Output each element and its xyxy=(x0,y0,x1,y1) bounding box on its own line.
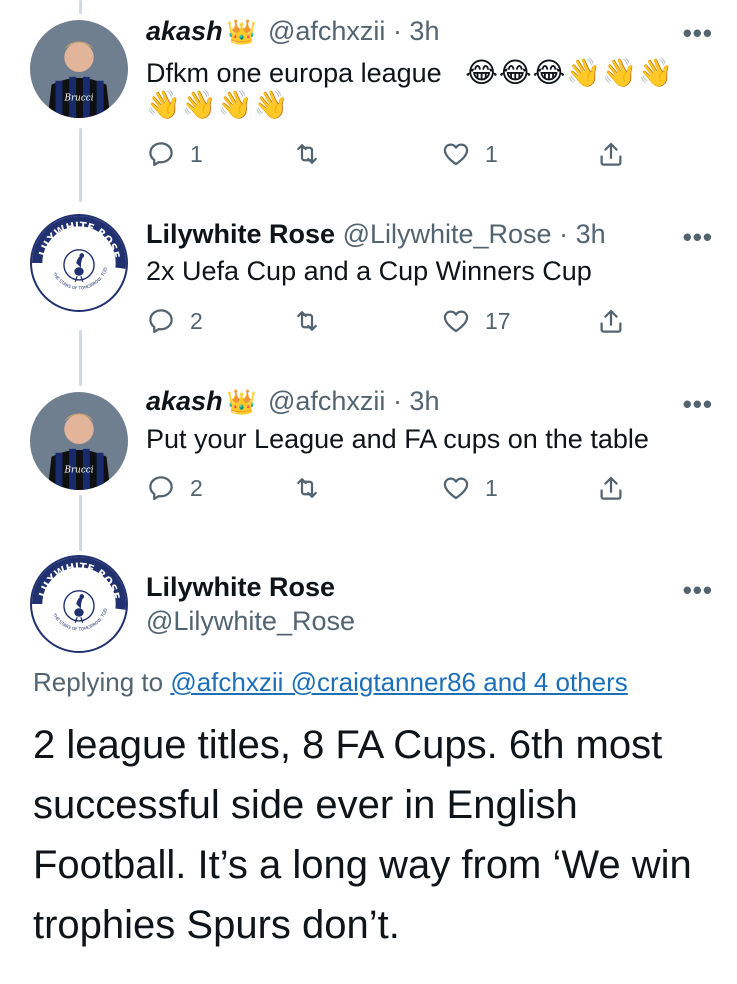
author-handle-text: @Lilywhite_Rose xyxy=(146,606,355,636)
more-options-icon[interactable]: ••• xyxy=(683,18,713,49)
reply-count: 2 xyxy=(190,474,203,501)
thread-line xyxy=(79,330,82,386)
reply-count: 2 xyxy=(190,307,203,334)
tweet-text: Dfkm one europa league 😂😂😂👋👋👋 xyxy=(146,56,674,89)
author-name[interactable]: akash xyxy=(146,16,223,46)
author-handle[interactable]: @afchxzii xyxy=(268,386,385,416)
timestamp[interactable]: · 3h xyxy=(393,386,440,416)
replying-prefix: Replying to xyxy=(33,667,164,697)
author-handle[interactable]: @afchxzii xyxy=(268,16,385,46)
retweet-icon xyxy=(297,478,317,498)
author-name-text: Lilywhite Rose xyxy=(146,572,336,602)
tweet-header: akash 👑 @afchxzii · 3h xyxy=(146,386,439,417)
reply-button[interactable]: 2 xyxy=(146,473,203,503)
heart-icon xyxy=(443,477,469,500)
share-icon xyxy=(600,142,622,166)
replying-to: Replying to @afchxzii @craigtanner86 and… xyxy=(33,667,628,698)
tweet-actions: 2 1 xyxy=(146,473,636,507)
like-count: 1 xyxy=(485,140,498,167)
more-options-icon[interactable]: ••• xyxy=(683,575,713,606)
share-button[interactable] xyxy=(596,139,626,169)
svg-text:Brucci: Brucci xyxy=(63,93,93,103)
reply-button[interactable]: 1 xyxy=(146,139,203,169)
timestamp[interactable]: · 3h xyxy=(393,16,440,46)
tweet-header: akash 👑 @afchxzii · 3h xyxy=(146,16,439,47)
more-options-icon[interactable]: ••• xyxy=(683,222,713,253)
reply-icon xyxy=(149,142,173,166)
reply-count: 1 xyxy=(190,140,203,167)
avatar[interactable]: Brucci xyxy=(30,20,128,118)
reply-icon xyxy=(149,476,173,500)
retweet-icon xyxy=(297,144,317,164)
author-name[interactable]: Lilywhite Rose xyxy=(146,572,335,603)
timestamp[interactable]: · 3h xyxy=(559,219,606,249)
thread-line xyxy=(79,495,82,551)
like-button[interactable]: 1 xyxy=(441,139,498,169)
reply-button[interactable]: 2 xyxy=(146,306,203,336)
like-button[interactable]: 17 xyxy=(441,306,511,336)
crown-emoji: 👑 xyxy=(226,19,257,46)
author-name[interactable]: Lilywhite Rose xyxy=(146,219,335,249)
share-button[interactable] xyxy=(596,306,626,336)
thread-line xyxy=(79,128,82,202)
author-handle[interactable]: @Lilywhite_Rose xyxy=(146,606,355,637)
emoji-line: 👋👋👋👋 xyxy=(146,89,290,120)
avatar[interactable]: LILYWHITE ROSE THE STARS OF TOMORROW, TO… xyxy=(30,555,128,653)
tweet-text: 2x Uefa Cup and a Cup Winners Cup xyxy=(146,256,592,286)
retweet-button[interactable] xyxy=(292,306,336,336)
avatar[interactable]: LILYWHITE ROSE THE STARS OF TOMORROW, TO… xyxy=(30,214,128,312)
author-name[interactable]: akash xyxy=(146,386,223,416)
tweet-header: Lilywhite Rose @Lilywhite_Rose · 3h xyxy=(146,219,606,250)
replying-to-links[interactable]: @afchxzii @craigtanner86 and 4 others xyxy=(170,667,627,697)
like-count: 17 xyxy=(485,307,511,334)
reply-icon xyxy=(149,309,173,333)
emoji-line: 😂😂😂👋👋👋 xyxy=(465,57,674,88)
svg-text:Brucci: Brucci xyxy=(63,465,93,475)
retweet-button[interactable] xyxy=(292,139,336,169)
avatar[interactable]: Brucci xyxy=(30,392,128,490)
retweet-button[interactable] xyxy=(292,473,336,503)
heart-icon xyxy=(443,310,469,333)
share-button[interactable] xyxy=(596,473,626,503)
share-icon xyxy=(600,476,622,500)
heart-icon xyxy=(443,143,469,166)
tweet-actions: 1 1 xyxy=(146,139,636,173)
tweet-text: Put your League and FA cups on the table xyxy=(146,424,649,454)
retweet-icon xyxy=(297,311,317,331)
author-handle[interactable]: @Lilywhite_Rose xyxy=(343,219,552,249)
share-icon xyxy=(600,309,622,333)
crown-emoji: 👑 xyxy=(226,389,257,416)
thread-line xyxy=(79,0,82,14)
like-count: 1 xyxy=(485,474,498,501)
main-tweet-text: 2 league titles, 8 FA Cups. 6th most suc… xyxy=(33,723,692,947)
tweet-actions: 2 17 xyxy=(146,306,636,340)
like-button[interactable]: 1 xyxy=(441,473,498,503)
more-options-icon[interactable]: ••• xyxy=(683,389,713,420)
tweet-text-content: Dfkm one europa league xyxy=(146,58,442,88)
